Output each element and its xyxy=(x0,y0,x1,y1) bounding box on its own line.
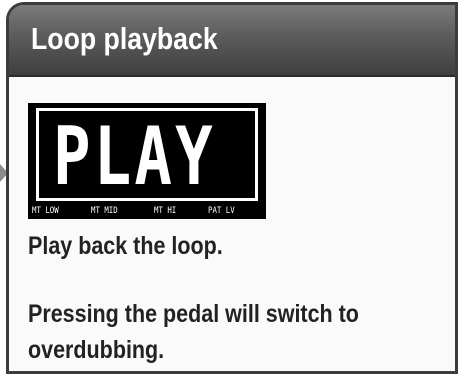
lcd-display: PLAY MT LOW MT MID MT HI PAT LV xyxy=(28,103,266,219)
lcd-frame: PLAY xyxy=(36,108,258,201)
description-paragraph: Pressing the pedal will switch to overdu… xyxy=(28,296,359,368)
lcd-label-pat-lv: PAT LV xyxy=(208,206,235,216)
panel-header: Loop playback xyxy=(9,5,455,77)
description-line-2: Pressing the pedal will switch to xyxy=(28,300,359,328)
loop-playback-panel: Loop playback PLAY MT LOW MT MID MT HI P… xyxy=(6,2,458,374)
description-line-1: Play back the loop. xyxy=(28,232,223,260)
lcd-play-text: PLAY xyxy=(53,110,216,203)
panel-title: Loop playback xyxy=(31,21,218,56)
description-line-3: overdubbing. xyxy=(28,336,165,364)
lcd-label-mt-hi: MT HI xyxy=(154,206,177,216)
lcd-label-row: MT LOW MT MID MT HI PAT LV xyxy=(28,204,266,218)
lcd-label-mt-low: MT LOW xyxy=(32,206,59,216)
lcd-label-mt-mid: MT MID xyxy=(91,206,118,216)
